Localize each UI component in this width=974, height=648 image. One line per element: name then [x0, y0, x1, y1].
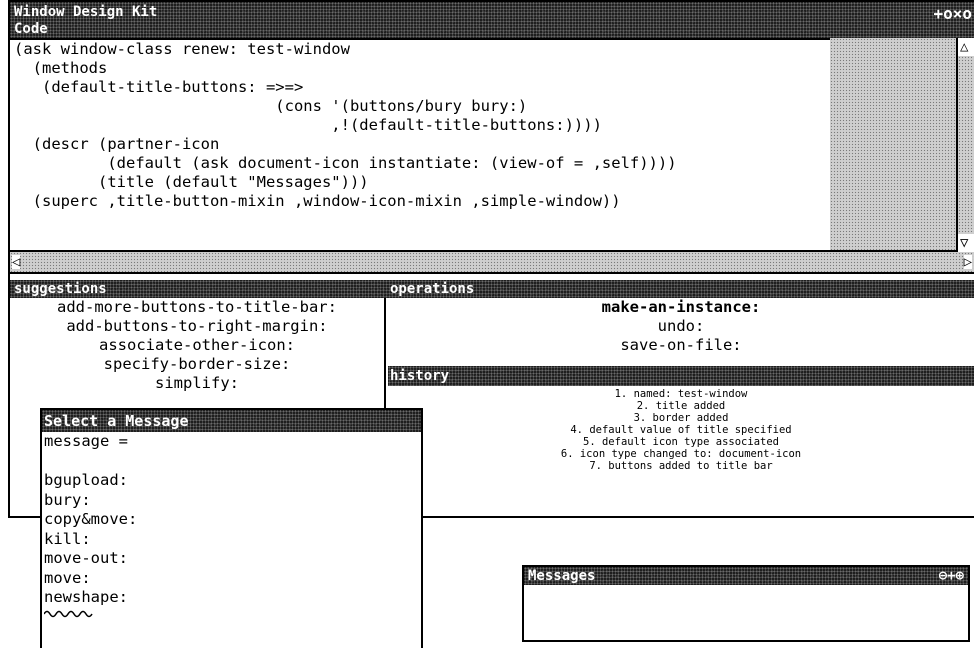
select-message-menu: Select a Message message = bgupload: bur… [40, 408, 423, 648]
history-item: 1. named: test-window [614, 388, 748, 400]
code-line: ,!(default-title-buttons:)))) [14, 116, 602, 134]
code-line: (descr (partner-icon [14, 135, 220, 153]
suggestion-item[interactable]: simplify: [10, 374, 384, 393]
code-margin [830, 38, 956, 250]
suggestions-title: suggestions [14, 281, 107, 297]
operations-list: make-an-instance: undo: save-on-file: [388, 298, 974, 368]
more-items-wavy-icon [44, 610, 93, 617]
code-pane-label: Code [14, 21, 48, 37]
scroll-left-arrow-icon[interactable]: ◁ [12, 255, 21, 269]
operations-titlebar: operations [388, 280, 974, 298]
history-item: 4. default value of title specified [570, 424, 792, 436]
history-title: history [390, 368, 450, 384]
message-item[interactable]: copy&move: [42, 510, 421, 530]
history-list: 1. named: test-window 2. title added 3. … [388, 388, 974, 508]
history-item: 7. buttons added to title bar [589, 460, 773, 472]
suggestion-item[interactable]: specify-border-size: [10, 355, 384, 374]
message-header: message = [44, 432, 128, 450]
code-line: (ask window-class renew: test-window [14, 40, 350, 58]
operation-item[interactable]: undo: [388, 317, 974, 336]
main-titlebar[interactable]: Window Design Kit Code +o×o [10, 2, 974, 38]
vertical-scroll-track[interactable] [958, 56, 974, 234]
select-message-titlebar[interactable]: Select a Message [42, 410, 421, 432]
code-line: (default (ask document-icon instantiate:… [14, 154, 677, 172]
history-titlebar: history [388, 366, 974, 386]
code-editor[interactable]: (ask window-class renew: test-window (me… [10, 38, 956, 252]
code-line: (cons '(buttons/bury bury:) [14, 97, 528, 115]
vertical-scrollbar[interactable]: △ ▽ [956, 38, 974, 252]
title-buttons[interactable]: +o×o [933, 6, 972, 22]
operations-title: operations [390, 281, 475, 297]
history-item: 2. title added [636, 400, 726, 412]
messages-title-buttons[interactable]: ⊖+⊕ [939, 568, 964, 584]
message-item[interactable]: kill: [42, 530, 421, 550]
scroll-up-arrow-icon[interactable]: △ [960, 40, 969, 54]
message-item[interactable]: move: [42, 569, 421, 589]
messages-title: Messages [528, 568, 596, 584]
operation-item[interactable]: make-an-instance: [388, 298, 974, 317]
horizontal-scrollbar[interactable]: ◁ ▷ [10, 252, 974, 274]
messages-window[interactable]: Messages ⊖+⊕ [522, 565, 970, 642]
scroll-right-arrow-icon[interactable]: ▷ [963, 255, 972, 269]
message-list: message = bgupload: bury: copy&move: kil… [42, 432, 421, 618]
code-line: (title (default "Messages"))) [14, 173, 369, 191]
suggestions-titlebar: suggestions [10, 280, 388, 298]
window-title: Window Design Kit [14, 4, 158, 20]
history-item: 6. icon type changed to: document-icon [560, 448, 802, 460]
history-item: 5. default icon type associated [583, 436, 779, 448]
scroll-down-arrow-icon[interactable]: ▽ [960, 236, 969, 250]
message-item[interactable]: bgupload: [42, 471, 421, 491]
suggestion-item[interactable]: add-more-buttons-to-title-bar: [10, 298, 384, 317]
code-line: (methods [14, 59, 108, 77]
messages-titlebar[interactable]: Messages ⊖+⊕ [524, 567, 968, 585]
code-line: (default-title-buttons: =>=> [14, 78, 304, 96]
select-message-title: Select a Message [44, 412, 189, 430]
suggestion-item[interactable]: associate-other-icon: [10, 336, 384, 355]
operation-item[interactable]: save-on-file: [388, 336, 974, 355]
message-item[interactable]: bury: [42, 491, 421, 511]
code-line: (superc ,title-button-mixin ,window-icon… [14, 192, 621, 210]
suggestion-item[interactable]: add-buttons-to-right-margin: [10, 317, 384, 336]
history-item: 3. border added [633, 412, 729, 424]
message-item[interactable]: newshape: [42, 588, 421, 608]
message-item[interactable]: move-out: [42, 549, 421, 569]
code-text[interactable]: (ask window-class renew: test-window (me… [14, 40, 677, 211]
